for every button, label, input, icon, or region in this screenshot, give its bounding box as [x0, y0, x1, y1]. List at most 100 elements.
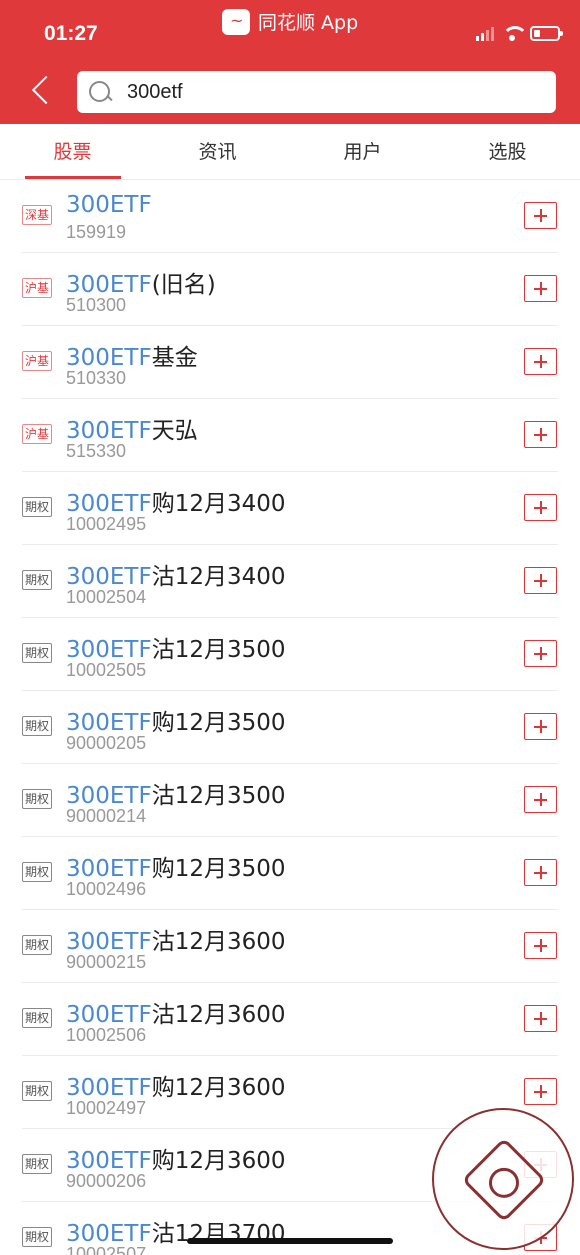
market-tag: 期权 [22, 935, 53, 955]
result-row[interactable]: 期权 300ETF沽12月3500 10002505 [0, 618, 580, 691]
security-name: 300ETF沽12月3600 [66, 995, 286, 1029]
add-to-watchlist-button[interactable] [524, 640, 557, 667]
add-to-watchlist-button[interactable] [524, 1078, 557, 1105]
add-to-watchlist-button[interactable] [524, 421, 557, 448]
status-time: 01:27 [44, 22, 98, 45]
security-name-rest: 沽12月3600 [151, 1002, 286, 1028]
security-name: 300ETF天弘 [66, 411, 198, 445]
add-to-watchlist-button[interactable] [524, 567, 557, 594]
market-tag: 沪基 [22, 424, 53, 444]
category-tabs: 股票 资讯 用户 选股 [0, 124, 580, 180]
result-row[interactable]: 期权 300ETF沽12月3400 10002504 [0, 545, 580, 618]
security-code: 90000205 [66, 733, 147, 753]
security-name-rest: 沽12月3400 [151, 564, 286, 590]
security-name: 300ETF沽12月3400 [66, 557, 286, 591]
security-name-rest: 天弘 [151, 418, 198, 444]
add-to-watchlist-button[interactable] [524, 202, 557, 229]
tab-3[interactable]: 选股 [435, 124, 580, 179]
security-code: 10002506 [66, 1025, 147, 1045]
market-tag: 深基 [22, 205, 53, 225]
add-to-watchlist-button[interactable] [524, 1005, 557, 1032]
security-name: 300ETF购12月3400 [66, 484, 286, 518]
add-to-watchlist-button[interactable] [524, 348, 557, 375]
back-button[interactable] [26, 74, 56, 110]
security-name: 300ETF基金 [66, 338, 198, 372]
add-to-watchlist-button[interactable] [524, 932, 557, 959]
result-row[interactable]: 沪基 300ETF基金 510330 [0, 326, 580, 399]
result-row[interactable]: 期权 300ETF沽12月3500 90000214 [0, 764, 580, 837]
watermark-seal [432, 1108, 574, 1250]
market-tag: 期权 [22, 1154, 53, 1174]
security-code: 90000206 [66, 1171, 147, 1191]
security-name: 300ETF沽12月3600 [66, 922, 286, 956]
query-highlight: 300ETF [66, 192, 152, 218]
market-tag: 期权 [22, 1227, 53, 1247]
add-to-watchlist-button[interactable] [524, 859, 557, 886]
search-input[interactable] [127, 80, 527, 104]
security-code: 90000214 [66, 806, 147, 826]
tab-2[interactable]: 用户 [290, 124, 435, 179]
market-tag: 期权 [22, 1008, 53, 1028]
cellular-signal-icon [476, 26, 494, 41]
market-tag: 期权 [22, 497, 53, 517]
search-bar[interactable] [77, 71, 556, 113]
security-code: 10002495 [66, 514, 147, 534]
security-code: 10002505 [66, 660, 147, 680]
security-code: 515330 [66, 441, 127, 461]
market-tag: 沪基 [22, 278, 53, 298]
add-to-watchlist-button[interactable] [524, 713, 557, 740]
security-name-rest: 沽12月3600 [151, 929, 286, 955]
result-row[interactable]: 期权 300ETF沽12月3600 90000215 [0, 910, 580, 983]
search-results-list: 深基 300ETF 159919 沪基 300ETF (旧名) 510300 沪基 300ETF… [0, 180, 580, 1255]
market-tag: 期权 [22, 862, 53, 882]
security-name: 300ETF沽12月3500 [66, 776, 286, 810]
tab-0[interactable]: 股票 [0, 124, 145, 179]
security-code: 90000215 [66, 952, 147, 972]
tab-1[interactable]: 资讯 [145, 124, 290, 179]
security-code: 510300 [66, 295, 127, 315]
add-to-watchlist-button[interactable] [524, 494, 557, 521]
security-code: 10002497 [66, 1098, 147, 1118]
security-name: 300ETF沽12月3500 [66, 630, 286, 664]
security-code: 10002507 [66, 1244, 147, 1255]
security-name-rest: 基金 [151, 345, 198, 371]
security-name-rest: 购12月3600 [151, 1075, 286, 1101]
security-name: 300ETF购12月3500 [66, 703, 286, 737]
security-name-rest: 购12月3400 [151, 491, 286, 517]
top-bar: 01:27 同花顺 App [0, 0, 580, 124]
add-to-watchlist-button[interactable] [524, 275, 557, 302]
app-badge-label: 同花顺 App [258, 12, 359, 34]
result-row[interactable]: 沪基 300ETF天弘 515330 [0, 399, 580, 472]
market-tag: 期权 [22, 716, 53, 736]
result-row[interactable]: 期权 300ETF购12月3400 10002495 [0, 472, 580, 545]
security-name-rest: 购12月3600 [151, 1148, 286, 1174]
market-tag: 沪基 [22, 351, 53, 371]
market-tag: 期权 [22, 643, 53, 663]
app-logo-icon [222, 8, 250, 35]
status-indicators [476, 26, 563, 41]
security-code: 159919 [66, 222, 127, 242]
seal-emblem [461, 1137, 547, 1223]
result-row[interactable]: 沪基 300ETF(旧名) 510300 [0, 253, 580, 326]
security-name-rest: 购12月3500 [151, 856, 286, 882]
home-indicator[interactable] [187, 1238, 393, 1244]
app-return-badge[interactable]: 同花顺 App [222, 8, 358, 35]
result-row[interactable]: 期权 300ETF购12月3500 90000205 [0, 691, 580, 764]
security-name-rest: 沽12月3500 [151, 783, 286, 809]
security-name-rest: 购12月3500 [151, 710, 286, 736]
security-name: 300ETF购12月3600 [66, 1068, 286, 1102]
security-name: 300ETF [66, 192, 152, 218]
security-name-rest: 沽12月3500 [151, 637, 286, 663]
result-row[interactable]: 期权 300ETF沽12月3600 10002506 [0, 983, 580, 1056]
security-code: 510330 [66, 368, 127, 388]
result-row[interactable]: 深基 300ETF 159919 [0, 180, 580, 253]
wifi-icon [502, 26, 528, 41]
market-tag: 期权 [22, 789, 53, 809]
security-code: 10002496 [66, 879, 147, 899]
add-to-watchlist-button[interactable] [524, 786, 557, 813]
security-name-rest: (旧名) [151, 272, 216, 298]
market-tag: 期权 [22, 1081, 53, 1101]
result-row[interactable]: 期权 300ETF购12月3500 10002496 [0, 837, 580, 910]
market-tag: 期权 [22, 570, 53, 590]
security-name: 300ETF购12月3600 [66, 1141, 286, 1175]
